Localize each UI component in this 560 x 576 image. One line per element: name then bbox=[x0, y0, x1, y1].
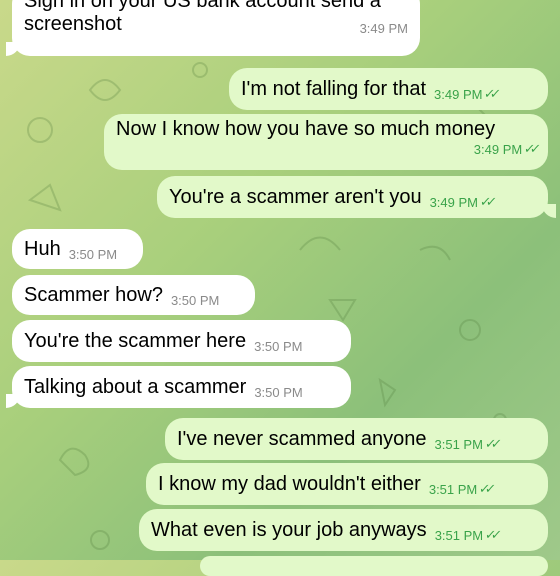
message-bubble-outgoing[interactable]: Now I know how you have so much money 3:… bbox=[104, 114, 548, 170]
message-text: Talking about a scammer bbox=[24, 375, 247, 398]
message-timestamp: 3:49 PM bbox=[429, 194, 478, 210]
message-text: What even is your job anyways bbox=[151, 518, 427, 541]
double-check-icon: ✓✓ bbox=[523, 141, 538, 156]
message-bubble-incoming[interactable]: Talking about a scammer 3:50 PM bbox=[12, 366, 351, 408]
message-bubble-incoming[interactable]: Scammer how? 3:50 PM bbox=[12, 275, 255, 315]
message-timestamp: 3:50 PM bbox=[68, 246, 118, 262]
message-text: You're the scammer here bbox=[24, 329, 247, 352]
bubble-tail bbox=[542, 204, 556, 218]
message-text: I know my dad wouldn't either bbox=[158, 472, 421, 495]
message-timestamp: 3:49 PM bbox=[434, 86, 483, 102]
bubble-tail bbox=[6, 394, 20, 408]
double-check-icon: ✓✓ bbox=[483, 436, 498, 451]
message-bubble-outgoing[interactable]: I know my dad wouldn't either 3:51 PM ✓✓ bbox=[146, 463, 548, 505]
message-timestamp: 3:49 PM bbox=[473, 142, 523, 157]
message-bubble-incoming[interactable]: Sign in on your US bank account send a s… bbox=[12, 0, 420, 56]
message-timestamp: 3:49 PM bbox=[359, 21, 408, 36]
message-text: Now I know how you have so much money bbox=[116, 118, 496, 140]
message-timestamp: 3:51 PM bbox=[434, 436, 483, 452]
message-timestamp: 3:50 PM bbox=[254, 338, 303, 354]
message-text: Sign in on your US bank account send a bbox=[24, 0, 381, 12]
message-bubble-outgoing[interactable]: What even is your job anyways 3:51 PM ✓✓ bbox=[139, 509, 548, 551]
message-text: screenshot bbox=[24, 13, 122, 35]
message-text: I've never scammed anyone bbox=[177, 427, 427, 450]
bubble-tail bbox=[6, 42, 20, 56]
double-check-icon: ✓✓ bbox=[479, 194, 493, 209]
message-timestamp: 3:50 PM bbox=[170, 292, 220, 308]
message-bubble-outgoing[interactable]: I've never scammed anyone 3:51 PM ✓✓ bbox=[165, 418, 548, 460]
double-check-icon: ✓✓ bbox=[483, 86, 498, 101]
message-bubble-incoming[interactable]: Huh 3:50 PM bbox=[12, 229, 143, 269]
double-check-icon: ✓✓ bbox=[484, 527, 499, 542]
message-text: Scammer how? bbox=[24, 283, 163, 306]
message-timestamp: 3:50 PM bbox=[254, 384, 303, 400]
message-text: You're a scammer aren't you bbox=[169, 185, 422, 208]
message-timestamp: 3:51 PM bbox=[434, 527, 484, 543]
message-text: I'm not falling for that bbox=[241, 77, 427, 100]
message-bubble-outgoing[interactable]: You're a scammer aren't you 3:49 PM ✓✓ bbox=[157, 176, 548, 218]
message-bubble-outgoing[interactable]: I'm not falling for that 3:49 PM ✓✓ bbox=[229, 68, 548, 110]
message-timestamp: 3:51 PM bbox=[428, 481, 478, 497]
message-text: Huh bbox=[24, 237, 61, 260]
double-check-icon: ✓✓ bbox=[478, 481, 493, 496]
message-bubble-incoming[interactable]: You're the scammer here 3:50 PM bbox=[12, 320, 351, 362]
message-bubble-outgoing-partial[interactable] bbox=[200, 556, 548, 576]
